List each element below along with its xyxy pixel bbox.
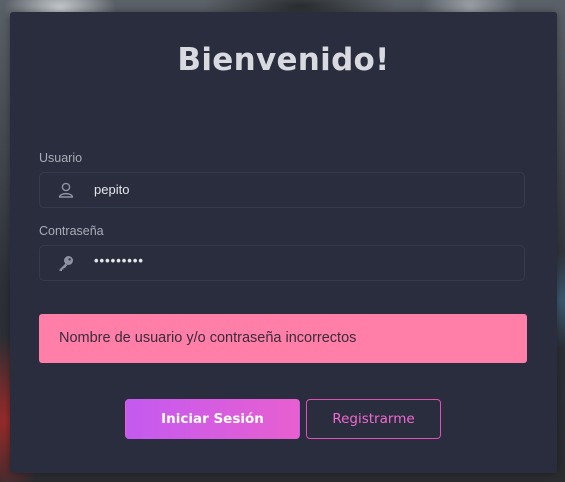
login-button[interactable]: Iniciar Sesión bbox=[125, 399, 300, 439]
password-field[interactable]: ••••••••• bbox=[39, 245, 525, 281]
page-title: Bienvenido! bbox=[177, 42, 390, 78]
username-label: Usuario bbox=[39, 151, 83, 165]
key-icon bbox=[57, 254, 75, 272]
error-alert: Nombre de usuario y/o contraseña incorre… bbox=[39, 314, 527, 363]
login-card: Bienvenido! Usuario Contraseña •••••••••… bbox=[10, 12, 557, 473]
password-input[interactable]: ••••••••• bbox=[94, 253, 494, 268]
register-button[interactable]: Registrarme bbox=[306, 399, 441, 439]
password-label: Contraseña bbox=[39, 224, 104, 238]
user-icon bbox=[57, 181, 75, 199]
username-field[interactable] bbox=[39, 172, 525, 208]
error-message: Nombre de usuario y/o contraseña incorre… bbox=[59, 330, 357, 346]
username-input[interactable] bbox=[94, 182, 494, 197]
